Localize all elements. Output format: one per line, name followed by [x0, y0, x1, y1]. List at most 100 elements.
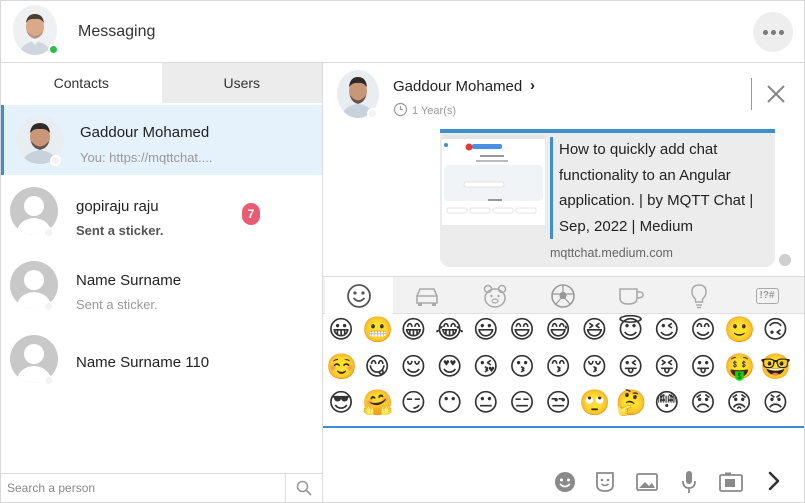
emoji-item[interactable]: 😜	[616, 352, 646, 382]
link-thumbnail	[442, 135, 545, 225]
emoji-item[interactable]: 🙄	[579, 388, 610, 418]
link-title[interactable]: How to quickly add chat functionality to…	[550, 137, 765, 239]
emoji-item[interactable]: 😍	[435, 352, 465, 382]
emoji-item[interactable]: 😝	[652, 352, 682, 382]
emoji-item[interactable]: 😐	[471, 388, 501, 418]
contact-tabs: Contacts Users	[1, 63, 322, 103]
emoji-item[interactable]: 😒	[543, 388, 573, 418]
more-options-button[interactable]	[753, 12, 793, 52]
emoji-category-tabs: !?#	[323, 276, 804, 314]
emoji-tab-symbols[interactable]: !?#	[733, 277, 801, 314]
contact-name: Gaddour Mohamed	[80, 124, 210, 141]
contact-item-name-surname[interactable]: Name Surname Sent a sticker.	[1, 249, 322, 319]
contact-item-gopiraju-raju[interactable]: gopiraju raju Sent a sticker. 7	[1, 175, 322, 245]
link-preview-card[interactable]: How to quickly add chat functionality to…	[440, 129, 775, 267]
emoji-item[interactable]: 🙂	[724, 315, 755, 345]
status-dot	[43, 375, 54, 386]
emoji-item[interactable]: 😠	[760, 388, 790, 418]
emoji-item[interactable]: 😁	[398, 315, 428, 345]
emoji-item[interactable]: ☺️	[326, 352, 357, 382]
status-dot	[43, 227, 54, 238]
app-title: Messaging	[78, 23, 156, 40]
microphone-button[interactable]	[677, 470, 701, 494]
emoji-item[interactable]: 😊	[688, 315, 718, 345]
emoji-item[interactable]: 😑	[507, 388, 537, 418]
chat-header: Gaddour Mohamed › 1 Year(s)	[323, 63, 804, 126]
smiley-icon	[555, 472, 575, 492]
contact-preview: Sent a sticker.	[76, 297, 158, 312]
contact-name: Name Surname	[76, 272, 182, 289]
emoji-tab-activity[interactable]	[529, 277, 597, 314]
emoji-item[interactable]: 😘	[471, 352, 501, 382]
dot-icon	[778, 29, 784, 35]
camera-button[interactable]	[719, 470, 743, 494]
my-avatar[interactable]	[13, 5, 59, 55]
search-input[interactable]	[1, 474, 285, 502]
tab-contacts[interactable]: Contacts	[1, 63, 162, 103]
emoji-item[interactable]: 😅	[543, 315, 573, 345]
emoji-item[interactable]: 😃	[471, 315, 501, 345]
contacts-panel: Contacts Users Gaddour Mohamed You: http…	[1, 63, 323, 502]
emoji-item[interactable]: 😆	[579, 315, 609, 345]
symbols-icon: !?#	[755, 287, 779, 304]
chat-panel: Gaddour Mohamed › 1 Year(s) How to quick…	[323, 63, 804, 502]
emoji-item[interactable]: 😙	[543, 352, 573, 382]
link-domain: mqttchat.medium.com	[550, 246, 673, 260]
emoji-item[interactable]: 😶	[435, 388, 465, 418]
emoji-tab-objects[interactable]	[665, 277, 733, 314]
header-divider	[751, 78, 752, 110]
sticker-button[interactable]	[593, 470, 617, 494]
compose-area[interactable]	[323, 430, 804, 502]
unread-badge: 7	[242, 203, 260, 225]
smileys-icon	[347, 283, 371, 308]
emoji-item[interactable]: 😇	[616, 315, 646, 345]
emoji-item[interactable]: 🤑	[724, 352, 755, 382]
emoji-item[interactable]: 😉	[652, 315, 682, 345]
emoji-tab-smileys[interactable]	[325, 277, 393, 314]
emoji-item[interactable]: 🤗	[362, 388, 393, 418]
lightbulb-icon	[691, 283, 707, 308]
close-icon[interactable]	[765, 83, 787, 105]
microphone-icon	[682, 471, 696, 493]
contact-name: Name Surname 110	[76, 354, 210, 371]
emoji-button[interactable]	[553, 470, 577, 494]
emoji-item[interactable]: 🤔	[616, 388, 647, 418]
chevron-right-icon[interactable]: ›	[530, 77, 535, 94]
emoji-tab-travel[interactable]	[393, 277, 461, 314]
emoji-tab-food[interactable]	[597, 277, 665, 314]
emoji-item[interactable]: 😏	[398, 388, 428, 418]
contact-name: gopiraju raju	[76, 198, 159, 215]
emoji-item[interactable]: 😄	[507, 315, 537, 345]
send-arrow-icon[interactable]	[759, 466, 789, 496]
search-button[interactable]	[285, 474, 322, 502]
bear-icon	[483, 284, 507, 308]
emoji-item[interactable]: 😟	[724, 388, 754, 418]
emoji-tab-animals[interactable]	[461, 277, 529, 314]
emoji-item[interactable]: 🙃	[760, 315, 790, 345]
dot-icon	[762, 29, 768, 35]
contact-preview: You: https://mqttchat....	[80, 150, 213, 165]
emoji-item[interactable]: 😳	[652, 388, 682, 418]
image-button[interactable]	[635, 470, 659, 494]
contact-item-gaddour-mohamed[interactable]: Gaddour Mohamed You: https://mqttchat...…	[1, 105, 322, 175]
emoji-item[interactable]: 🤓	[760, 352, 791, 382]
emoji-item[interactable]: 😋	[362, 352, 392, 382]
sticker-icon	[596, 472, 614, 492]
online-status-dot	[48, 44, 59, 55]
emoji-item[interactable]: 😎	[326, 388, 356, 418]
status-dot	[43, 301, 54, 312]
emoji-item[interactable]: 😞	[688, 388, 718, 418]
emoji-item[interactable]: 😛	[688, 352, 718, 382]
status-dot	[367, 108, 378, 119]
message-list: How to quickly add chat functionality to…	[323, 126, 804, 276]
emoji-item[interactable]: 😚	[579, 352, 609, 382]
emoji-item[interactable]: 😌	[398, 352, 428, 382]
contact-item-name-surname-110[interactable]: Name Surname 110	[1, 325, 322, 395]
emoji-item[interactable]: 😗	[507, 352, 537, 382]
emoji-item[interactable]: 😬	[362, 315, 393, 345]
chat-contact-name[interactable]: Gaddour Mohamed	[393, 78, 522, 95]
tab-users[interactable]: Users	[161, 63, 322, 103]
soccer-ball-icon	[551, 283, 575, 308]
emoji-item[interactable]: 😀	[326, 315, 356, 345]
emoji-item[interactable]: 😂	[435, 315, 465, 345]
